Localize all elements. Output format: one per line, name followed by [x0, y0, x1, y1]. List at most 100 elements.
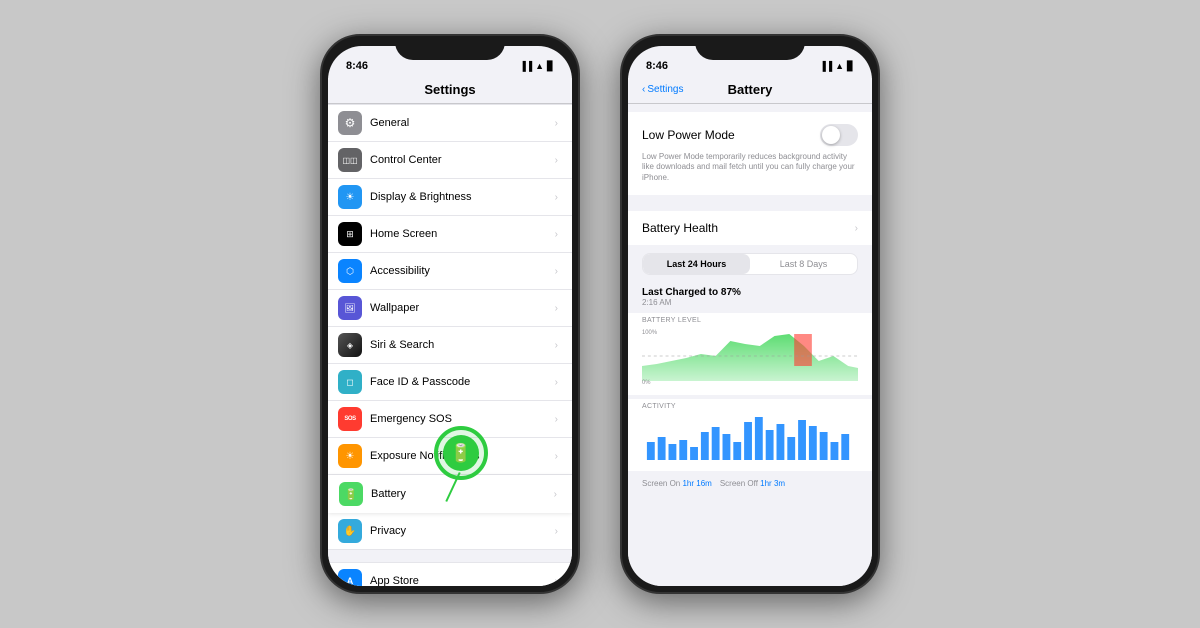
- sos-chevron: ›: [555, 414, 558, 425]
- siri-label: Siri & Search: [370, 339, 555, 351]
- tab-8days-label: Last 8 Days: [780, 259, 828, 269]
- home-chevron: ›: [555, 229, 558, 240]
- appstore-label: App Store: [370, 575, 555, 586]
- annotation-inner: 🔋: [443, 435, 479, 471]
- settings-item-faceid[interactable]: ◻ Face ID & Passcode ›: [328, 364, 572, 401]
- faceid-icon: ◻: [338, 370, 362, 394]
- low-power-toggle[interactable]: [820, 124, 858, 146]
- charged-info: Last Charged to 87% 2:16 AM: [628, 283, 872, 309]
- phone-notch-2: [695, 36, 805, 60]
- wallpaper-label: Wallpaper: [370, 302, 555, 314]
- privacy-chevron: ›: [555, 526, 558, 537]
- phone-battery: 8:46 ▐▐ ▲ ▊ ‹ Settings Battery: [620, 34, 880, 594]
- battery-title: Battery: [728, 82, 773, 97]
- wallpaper-icon: 🖼: [338, 296, 362, 320]
- screen-on-stat: Screen On 1hr 16m: [642, 479, 712, 488]
- screen-off-stat: Screen Off 1hr 3m: [720, 479, 785, 488]
- status-icons-2: ▐▐ ▲ ▊: [819, 61, 854, 72]
- display-icon: ☀: [338, 185, 362, 209]
- settings-item-home[interactable]: ⊞ Home Screen ›: [328, 216, 572, 253]
- sos-icon: SOS: [338, 407, 362, 431]
- control-icon: ◫◫: [338, 148, 362, 172]
- tab-24-label: Last 24 Hours: [667, 259, 727, 269]
- privacy-label: Privacy: [370, 525, 555, 537]
- accessibility-chevron: ›: [555, 266, 558, 277]
- accessibility-label: Accessibility: [370, 265, 555, 277]
- settings-item-display[interactable]: ☀ Display & Brightness ›: [328, 179, 572, 216]
- control-chevron: ›: [555, 155, 558, 166]
- appstore-icon: A: [338, 569, 362, 586]
- status-time: 8:46: [346, 60, 368, 72]
- settings-item-privacy[interactable]: ✋ Privacy ›: [328, 513, 572, 550]
- battery-icon-2: ▊: [847, 61, 854, 72]
- privacy-icon: ✋: [338, 519, 362, 543]
- settings-item-siri[interactable]: ◈ Siri & Search ›: [328, 327, 572, 364]
- settings-item-control[interactable]: ◫◫ Control Center ›: [328, 142, 572, 179]
- accessibility-icon: ⬡: [338, 259, 362, 283]
- battery-nav-bar: ‹ Settings Battery: [628, 78, 872, 104]
- screen-on-value: 1hr 16m: [682, 479, 711, 488]
- low-power-card: Low Power Mode Low Power Mode temporaril…: [628, 112, 872, 195]
- faceid-chevron: ›: [555, 377, 558, 388]
- general-label: General: [370, 117, 555, 129]
- settings-item-accessibility[interactable]: ⬡ Accessibility ›: [328, 253, 572, 290]
- screen-stats-row: Screen On 1hr 16m Screen Off 1hr 3m: [628, 475, 872, 492]
- phone-screen-battery: 8:46 ▐▐ ▲ ▊ ‹ Settings Battery: [628, 46, 872, 586]
- battery-chevron: ›: [554, 489, 557, 500]
- back-label: Settings: [647, 84, 683, 95]
- appstore-chevron: ›: [555, 576, 558, 587]
- wifi-icon: ▲: [535, 61, 544, 71]
- back-chevron-icon: ‹: [642, 84, 645, 95]
- battery-health-row[interactable]: Battery Health ›: [628, 211, 872, 245]
- battery-label: Battery: [371, 488, 554, 500]
- phone-settings: 8:46 ▐▐ ▲ ▊ Settings ⚙ General ›: [320, 34, 580, 594]
- settings-list: ⚙ General › ◫◫ Control Center › ☀ Displa…: [328, 104, 572, 586]
- home-label: Home Screen: [370, 228, 555, 240]
- battery-health-chevron: ›: [855, 223, 858, 234]
- control-label: Control Center: [370, 154, 555, 166]
- settings-title: Settings: [424, 82, 475, 97]
- settings-item-appstore[interactable]: A App Store ›: [328, 562, 572, 586]
- display-label: Display & Brightness: [370, 191, 555, 203]
- battery-level-chart-container: BATTERY LEVEL: [628, 313, 872, 395]
- wifi-icon-2: ▲: [835, 61, 844, 71]
- charged-time: 2:16 AM: [642, 298, 858, 307]
- battery-health-label: Battery Health: [642, 221, 718, 235]
- battery-level-chart-label: BATTERY LEVEL: [642, 317, 858, 324]
- general-chevron: ›: [555, 118, 558, 129]
- activity-chart-label: ACTIVITY: [642, 403, 858, 410]
- wallpaper-chevron: ›: [555, 303, 558, 314]
- scene: 8:46 ▐▐ ▲ ▊ Settings ⚙ General ›: [320, 34, 880, 594]
- low-power-label: Low Power Mode: [642, 128, 735, 142]
- settings-section-2: A App Store › ▣ Wallet & Apple Pay ›: [328, 562, 572, 586]
- signal-icon-2: ▐▐: [819, 61, 832, 71]
- tab-24hours[interactable]: Last 24 Hours: [643, 254, 750, 274]
- phone-notch: [395, 36, 505, 60]
- signal-icon: ▐▐: [519, 61, 532, 71]
- back-button[interactable]: ‹ Settings: [642, 84, 683, 95]
- settings-item-general[interactable]: ⚙ General ›: [328, 104, 572, 142]
- tab-8days[interactable]: Last 8 Days: [750, 254, 857, 274]
- svg-text:0%: 0%: [642, 380, 651, 386]
- display-chevron: ›: [555, 192, 558, 203]
- screen-off-value: 1hr 3m: [760, 479, 785, 488]
- activity-chart-container: ACTIVITY: [628, 399, 872, 471]
- siri-chevron: ›: [555, 340, 558, 351]
- activity-chart: [642, 412, 858, 462]
- low-power-row: Low Power Mode: [642, 124, 858, 146]
- general-icon: ⚙: [338, 111, 362, 135]
- exposure-icon: ☀: [338, 444, 362, 468]
- settings-section-1: ⚙ General › ◫◫ Control Center › ☀ Displa…: [328, 104, 572, 550]
- low-power-description: Low Power Mode temporarily reduces backg…: [642, 152, 858, 183]
- phone-screen-settings: 8:46 ▐▐ ▲ ▊ Settings ⚙ General ›: [328, 46, 572, 586]
- sos-label: Emergency SOS: [370, 413, 555, 425]
- exposure-chevron: ›: [555, 451, 558, 462]
- settings-nav-bar: Settings: [328, 78, 572, 104]
- settings-item-wallpaper[interactable]: 🖼 Wallpaper ›: [328, 290, 572, 327]
- faceid-label: Face ID & Passcode: [370, 376, 555, 388]
- siri-icon: ◈: [338, 333, 362, 357]
- status-icons: ▐▐ ▲ ▊: [519, 61, 554, 72]
- toggle-knob: [822, 126, 840, 144]
- battery-menu-icon: 🔋: [339, 482, 363, 506]
- battery-icon: ▊: [547, 61, 554, 72]
